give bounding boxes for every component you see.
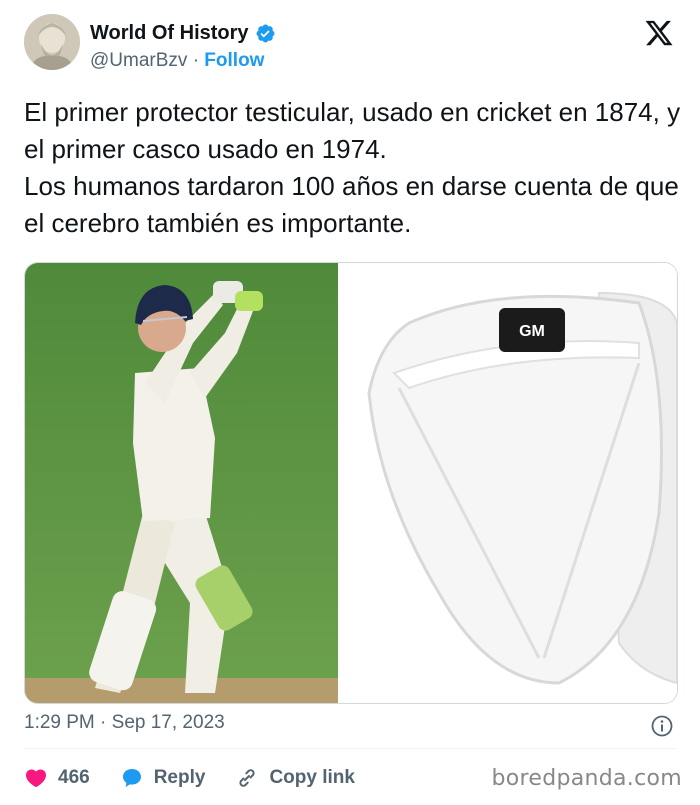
abdominal-guard-photo: GM xyxy=(339,263,677,703)
author-name[interactable]: World Of History xyxy=(90,22,249,45)
post-text: El primer protector testicular, usado en… xyxy=(24,97,681,238)
reply-button[interactable]: Reply xyxy=(120,766,206,790)
site-watermark: boredpanda.com xyxy=(491,766,682,791)
post-timestamp[interactable]: 1:29 PM · Sep 17, 2023 xyxy=(24,712,225,734)
action-bar: 466 Reply Copy link xyxy=(24,764,385,792)
like-button[interactable]: 466 xyxy=(24,766,90,790)
handle-row: @UmarBzv · Follow xyxy=(90,50,264,72)
author-handle[interactable]: @UmarBzv xyxy=(90,50,187,71)
cricket-player-photo xyxy=(25,263,338,703)
link-icon xyxy=(239,769,256,787)
speech-bubble-icon xyxy=(122,769,141,787)
separator-dot: · xyxy=(192,50,200,71)
info-icon[interactable] xyxy=(650,714,674,738)
reply-label: Reply xyxy=(153,767,206,788)
gm-logo-text: GM xyxy=(519,323,545,340)
copy-link-label: Copy link xyxy=(269,767,355,788)
follow-button[interactable]: Follow xyxy=(204,50,264,71)
like-count: 466 xyxy=(58,767,90,788)
avatar[interactable] xyxy=(24,14,80,70)
heart-icon xyxy=(25,769,47,788)
post-header: World Of History @UmarBzv · Follow xyxy=(24,12,676,82)
timestamp-separator: · xyxy=(100,712,107,733)
copy-link-button[interactable]: Copy link xyxy=(235,766,355,790)
post-media[interactable]: GM xyxy=(24,262,678,704)
verified-badge-icon xyxy=(256,24,274,43)
x-logo-icon[interactable] xyxy=(644,18,674,48)
divider xyxy=(24,748,676,749)
post-time: 1:29 PM xyxy=(24,712,95,733)
post-date: Sep 17, 2023 xyxy=(111,712,225,733)
